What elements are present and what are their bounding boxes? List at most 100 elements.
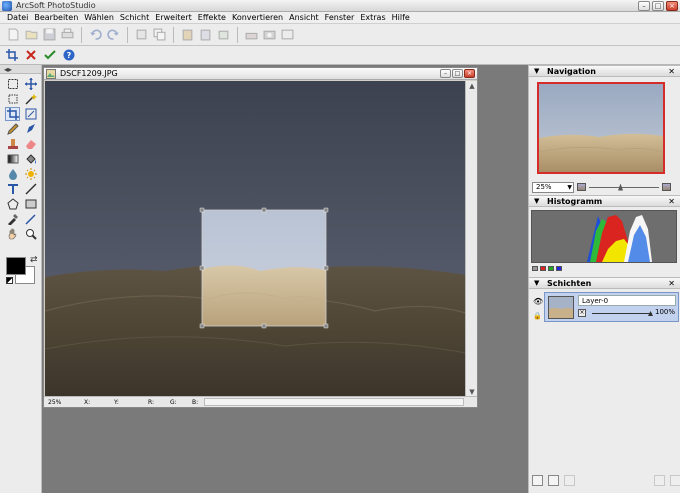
reset-colors-icon[interactable] [6,277,13,284]
pen-icon[interactable] [23,122,38,136]
save-icon[interactable] [42,27,57,42]
vertical-scrollbar[interactable]: ▲ ▼ [465,81,477,397]
close-button[interactable]: × [666,1,678,11]
channel-green-icon[interactable] [548,266,554,271]
maximize-button[interactable]: □ [652,1,664,11]
navigation-panel-header[interactable]: ▼ Navigation ✕ [529,65,680,77]
red-eye-icon[interactable] [23,212,38,226]
histogram-panel-header[interactable]: ▼ Histogramm ✕ [529,195,680,207]
paint-bucket-icon[interactable] [23,152,38,166]
paste-icon[interactable] [180,27,195,42]
gradient-icon[interactable] [5,152,20,166]
swap-colors-icon[interactable]: ⇄ [30,255,38,265]
move-icon[interactable] [23,77,38,91]
lock-icon[interactable]: 🔒 [533,312,542,320]
lasso-icon[interactable] [5,92,20,106]
text-icon[interactable] [5,182,20,196]
navigation-zoom-controls: 25% ▼ [532,181,678,193]
screenshot-icon[interactable] [280,27,295,42]
sun-icon[interactable] [23,167,38,181]
print-icon[interactable] [60,27,75,42]
crop-tool-icon[interactable] [5,48,19,62]
menu-extras[interactable]: Extras [357,12,388,23]
panel-close-icon[interactable]: ✕ [668,66,675,77]
image-canvas[interactable] [45,81,466,397]
layers-title: Schichten [547,279,592,288]
brush-icon[interactable] [5,122,20,136]
paste-layer-icon[interactable] [216,27,231,42]
blend-mode-icon[interactable]: × [578,309,586,317]
doc-close-button[interactable]: × [464,69,475,78]
hand-icon[interactable] [5,227,20,241]
zoom-out-image-icon[interactable] [577,183,586,191]
collapse-triangle-icon[interactable]: ▼ [534,196,539,207]
menu-datei[interactable]: Datei [4,12,31,23]
scroll-up-icon[interactable]: ▲ [467,81,477,91]
shape-icon[interactable] [5,197,20,211]
menu-schicht[interactable]: Schicht [117,12,152,23]
menu-hilfe[interactable]: Hilfe [389,12,413,23]
panel-close-icon[interactable]: ✕ [668,278,675,289]
redo-icon[interactable] [106,27,121,42]
status-zoom: 25% [48,398,62,406]
delete-layer-icon[interactable] [670,474,680,486]
undo-icon[interactable] [88,27,103,42]
navigation-thumbnail[interactable] [537,82,665,174]
channel-red-icon[interactable] [540,266,546,271]
scanner-icon[interactable] [244,27,259,42]
collapse-triangle-icon[interactable]: ▼ [534,66,539,77]
layers-panel-header[interactable]: ▼ Schichten ✕ [529,277,680,289]
menu-erweitert[interactable]: Erweitert [152,12,195,23]
panel-close-icon[interactable]: ✕ [668,196,675,207]
tool-palette-grip[interactable]: ◂▸ [0,65,41,74]
crop-icon[interactable] [5,107,20,121]
zoom-select[interactable]: 25% ▼ [532,181,574,193]
apply-check-icon[interactable] [43,48,57,62]
minimize-button[interactable]: – [638,1,650,11]
eyedropper-icon[interactable] [5,212,20,226]
resize-icon[interactable] [23,107,38,121]
layer-opacity-slider[interactable] [592,311,653,316]
magic-wand-icon[interactable] [23,92,38,106]
doc-minimize-button[interactable]: – [440,69,451,78]
stamp-icon[interactable] [5,137,20,151]
layer-row[interactable]: 👁 🔒 Layer-0 × 100% [533,292,679,322]
doc-maximize-button[interactable]: □ [452,69,463,78]
document-window: DSCF1209.JPG – □ × ▲ ▼ 25% X: Y: R: G: B… [43,67,478,408]
help-icon[interactable]: ? [62,48,76,62]
eraser-icon[interactable] [23,137,38,151]
drop-icon[interactable] [5,167,20,181]
zoom-icon[interactable] [23,227,38,241]
open-file-icon[interactable] [24,27,39,42]
cancel-icon[interactable] [24,48,38,62]
zoom-slider[interactable] [589,183,659,192]
foreground-color[interactable] [6,257,26,275]
menu-konvertieren[interactable]: Konvertieren [229,12,286,23]
paste-new-icon[interactable] [198,27,213,42]
cut-icon[interactable] [134,27,149,42]
layer-name[interactable]: Layer-0 [578,295,676,306]
document-title-bar[interactable]: DSCF1209.JPG – □ × [44,68,477,80]
menu-waehlen[interactable]: Wählen [81,12,117,23]
layer-properties-icon[interactable] [654,474,665,486]
menu-effekte[interactable]: Effekte [195,12,229,23]
visibility-eye-icon[interactable]: 👁 [533,297,543,306]
collapse-triangle-icon[interactable]: ▼ [534,278,539,289]
rect-select-icon[interactable] [5,77,20,91]
menu-fenster[interactable]: Fenster [322,12,358,23]
zoom-in-image-icon[interactable] [662,183,671,191]
merge-layer-icon[interactable] [564,474,575,486]
channel-blue-icon[interactable] [556,266,562,271]
duplicate-layer-icon[interactable] [548,474,559,486]
new-layer-icon[interactable] [532,474,543,486]
line-icon[interactable] [23,182,38,196]
channel-luminance-icon[interactable] [532,266,538,271]
histogram-panel [529,207,680,277]
new-file-icon[interactable] [6,27,21,42]
camera-icon[interactable] [262,27,277,42]
rectangle-icon[interactable] [23,197,38,211]
menu-ansicht[interactable]: Ansicht [286,12,322,23]
copy-icon[interactable] [152,27,167,42]
horizontal-scrollbar[interactable] [204,398,464,406]
menu-bearbeiten[interactable]: Bearbeiten [31,12,81,23]
